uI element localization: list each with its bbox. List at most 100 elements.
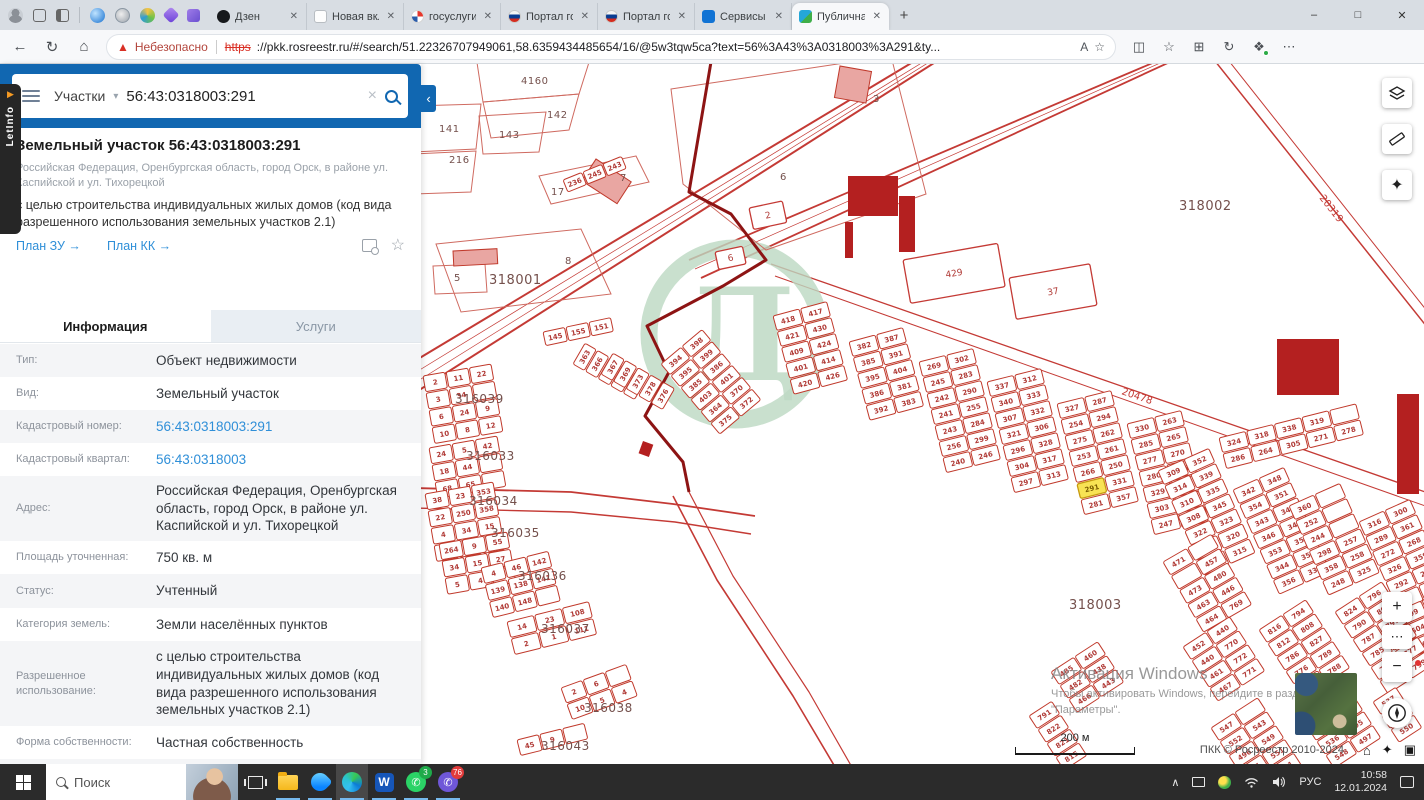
locate-button[interactable]: ✦ [1382,170,1412,200]
tab-information[interactable]: Информация [0,310,211,342]
preview-icon[interactable] [361,239,379,256]
browser-tab-0[interactable]: Дзен ✕ [210,3,307,30]
svg-text:24: 24 [459,408,470,418]
attribute-value[interactable]: 56:43:0318003 [156,445,405,475]
close-window-button[interactable]: ✕ [1380,0,1424,30]
star-icon[interactable]: ☆ [391,237,405,254]
workspace-grid-icon[interactable] [187,8,200,22]
tab-close-icon[interactable]: ✕ [772,10,786,23]
search-highlight-image[interactable] [186,764,238,800]
workspace-gray-icon[interactable] [115,7,130,23]
favorites-icon[interactable]: ☆ [1158,39,1180,55]
wifi-icon[interactable] [1244,777,1259,788]
collapse-panel-button[interactable]: ‹ [421,85,436,112]
tray-expand-icon[interactable]: ∧ [1171,776,1179,789]
taskbar-app-paint[interactable] [304,764,336,800]
svg-text:4160: 4160 [521,76,548,87]
attribute-row-5: Площадь уточненная: 750 кв. м [0,541,421,574]
layers-button[interactable] [1382,78,1412,108]
taskbar-app-viber[interactable]: ✆ 76 [432,764,464,800]
refresh-icon[interactable]: ↻ [42,38,62,56]
svg-text:318002: 318002 [1179,199,1232,214]
tab-services[interactable]: Услуги [210,310,421,342]
language-indicator[interactable]: РУС [1299,776,1321,788]
task-view-icon [243,775,267,789]
locate-icon[interactable]: ✦ [1382,742,1393,758]
back-icon[interactable]: ← [10,38,30,55]
search-category-dropdown[interactable]: Участки [54,88,105,104]
parcel-summary: Земельный участок 56:43:0318003:291 Росс… [0,128,421,256]
history-icon[interactable]: ↻ [1218,39,1240,55]
start-button[interactable] [0,764,46,800]
cadastral-map[interactable]: Д 429 37 2 6 418 417 421 430 409 424 401 414 420 426 38… [421,64,1424,764]
whatsapp-badge: 3 [419,766,432,779]
tab-close-icon[interactable]: ✕ [287,10,301,23]
measure-button[interactable] [1382,124,1412,154]
zoom-out-button[interactable]: − [1382,652,1412,682]
new-tab-button[interactable]: + [891,2,917,28]
portal-favicon [508,10,521,23]
clear-search-icon[interactable]: × [368,87,377,105]
overview-minimap[interactable] [1295,673,1357,735]
workspace-blue-icon[interactable] [90,7,105,23]
word-icon: W [374,772,394,792]
tab-close-icon[interactable]: ✕ [481,10,495,23]
svg-text:38: 38 [432,496,443,506]
home-icon[interactable]: ⌂ [74,38,94,55]
vertical-tabs-icon[interactable] [56,8,69,22]
tab-close-icon[interactable]: ✕ [384,10,398,23]
map-canvas[interactable]: Д 429372641841742143040942440141442042638… [421,64,1424,764]
read-aloud-icon[interactable]: A [1080,40,1088,54]
settings-more-icon[interactable]: ⋯ [1278,39,1300,55]
chevron-down-icon[interactable]: ▾ [113,91,118,102]
browser-tab-4[interactable]: Портал госуда ✕ [598,3,695,30]
tab-close-icon[interactable]: ✕ [675,10,689,23]
address-bar[interactable]: ▲ Небезопасно https ://pkk.rosreestr.ru/… [106,33,1116,60]
zoom-in-button[interactable]: + [1382,592,1412,622]
favorite-star-icon[interactable]: ☆ [1094,40,1105,54]
taskbar-app-whatsapp[interactable]: ✆ 3 [400,764,432,800]
maximize-window-button[interactable]: □ [1336,0,1380,30]
plan-zu-link[interactable]: План ЗУ → [16,239,81,253]
taskbar-app-explorer[interactable] [272,764,304,800]
plan-kk-link[interactable]: План КК → [107,239,171,253]
menu-icon[interactable] [22,90,40,102]
workspace-purple-icon[interactable] [162,6,180,24]
browser-tab-3[interactable]: Портал госуда ✕ [501,3,598,30]
minimize-window-button[interactable]: – [1292,0,1336,30]
workspace-color-icon[interactable] [140,7,155,23]
search-bar: Участки ▾ × [12,74,408,118]
extensions-icon[interactable]: ❖ [1248,39,1270,56]
browser-tab-2[interactable]: госуслуги лич ✕ [404,3,501,30]
volume-icon[interactable] [1272,776,1286,788]
split-screen-icon[interactable]: ◫ [1128,39,1150,55]
browser-tab-5[interactable]: Сервисы ✕ [695,3,792,30]
parcel-links: План ЗУ → План КК → ☆ [16,237,405,256]
notification-center-icon[interactable] [1400,776,1414,788]
letinfo-side-tab[interactable]: ▶ LetInfo [0,84,21,234]
tray-app-icon[interactable] [1218,775,1232,789]
browser-pinned-icons [0,0,210,30]
browser-tab-6[interactable]: Публичная ка ✕ [792,3,889,30]
collections-icon[interactable]: ⊞ [1188,39,1210,55]
attribute-value[interactable]: 56:43:0318003:291 [156,412,405,442]
tab-close-icon[interactable]: ✕ [578,10,592,23]
url-scheme: https [224,39,251,54]
search-icon[interactable] [385,89,398,103]
taskbar-app-word[interactable]: W [368,764,400,800]
svg-text:11: 11 [453,374,464,384]
profile-icon[interactable] [8,7,23,23]
tab-close-icon[interactable]: ✕ [870,10,884,23]
taskbar-app-edge[interactable] [336,764,368,800]
task-view-button[interactable] [238,764,272,800]
browser-tab-1[interactable]: Новая вкладк ✕ [307,3,404,30]
tab-groups-icon[interactable] [33,8,46,22]
basemap-icon[interactable]: ▣ [1404,742,1416,758]
search-input[interactable] [126,87,360,105]
compass-button[interactable] [1382,698,1412,728]
tray-device-icon[interactable] [1192,777,1206,787]
clock[interactable]: 10:58 12.01.2024 [1334,769,1387,795]
map-more-button[interactable]: ⋯ [1382,625,1412,649]
taskbar-search[interactable]: Поиск [46,764,238,800]
home-icon[interactable]: ⌂ [1363,743,1371,758]
